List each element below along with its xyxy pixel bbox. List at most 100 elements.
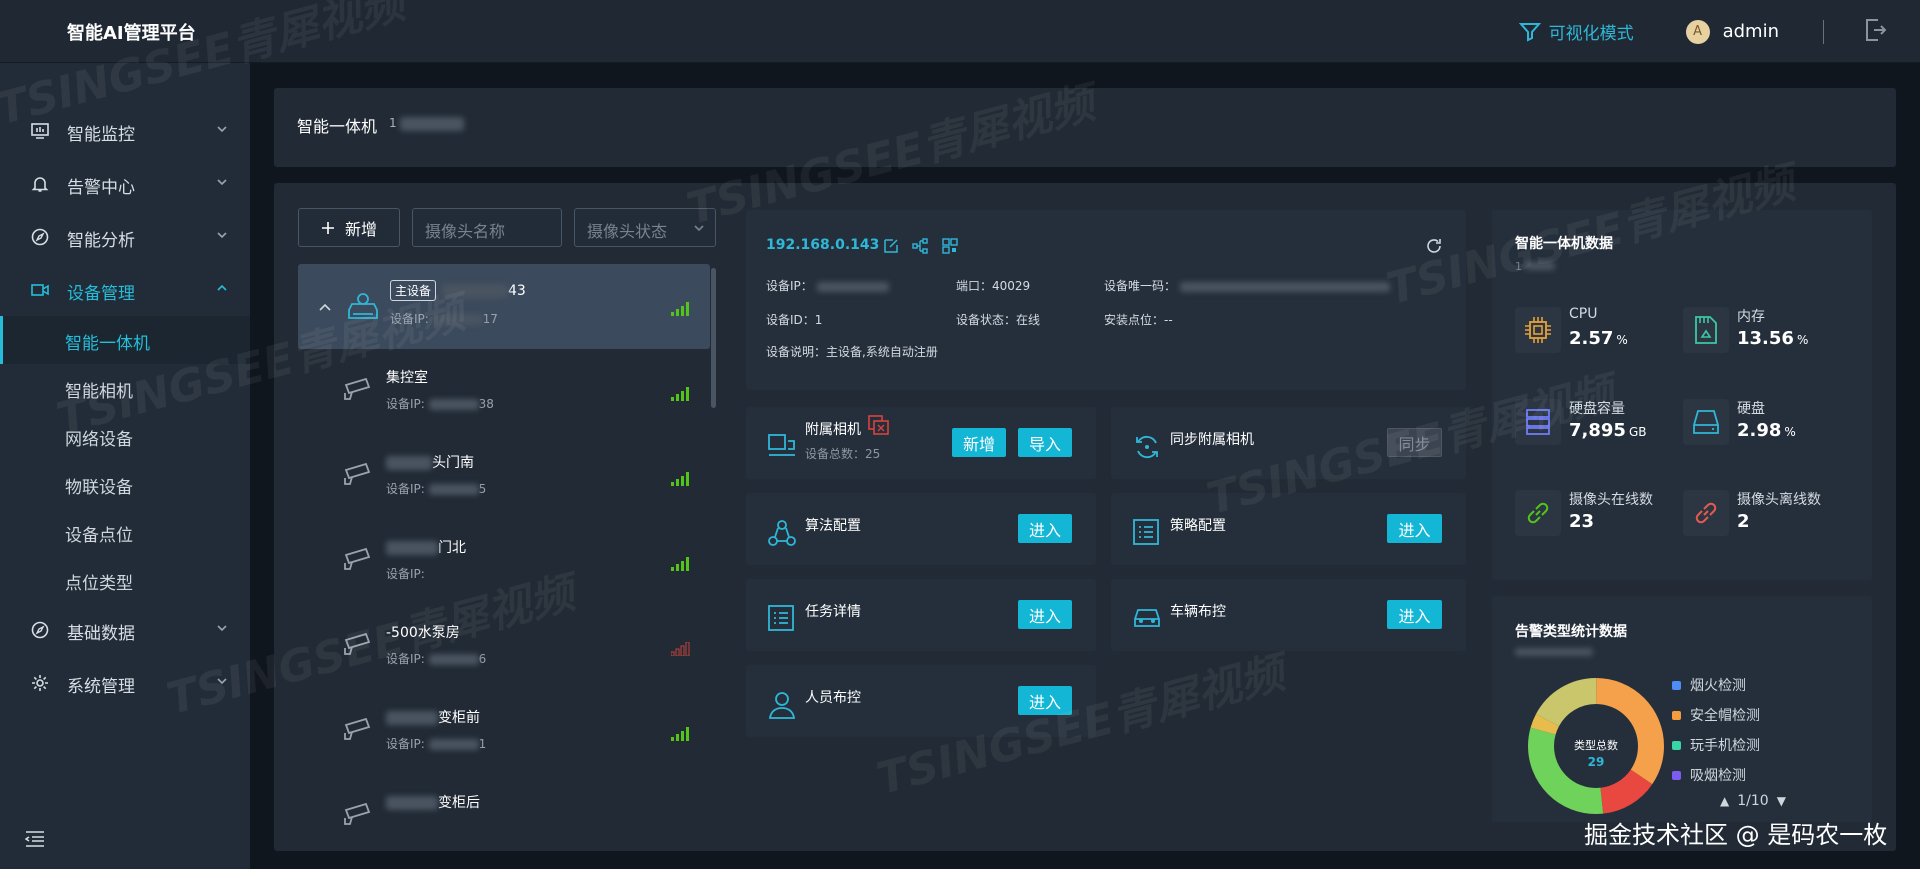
stat-value: 13.56% bbox=[1737, 328, 1809, 349]
task-enter-button[interactable]: 进入 bbox=[1018, 600, 1072, 629]
legend-item[interactable]: 玩手机检测 bbox=[1672, 735, 1760, 755]
device-location: 安装点位：-- bbox=[1104, 313, 1173, 327]
sync-button[interactable]: 同步 bbox=[1387, 428, 1442, 457]
link-icon bbox=[1515, 490, 1561, 536]
strategy-enter-button[interactable]: 进入 bbox=[1387, 514, 1442, 543]
attached-import-button[interactable]: 导入 bbox=[1018, 428, 1072, 457]
cpu-icon bbox=[1515, 307, 1561, 353]
legend-swatch bbox=[1672, 740, 1681, 750]
camera-name: 主设备 43 bbox=[390, 280, 526, 301]
person-card: 人员布控 进入 bbox=[746, 665, 1096, 737]
sidebar-sub-smart-camera[interactable]: 智能相机 bbox=[0, 364, 250, 412]
donut-center-value: 29 bbox=[1587, 755, 1605, 769]
storage-device-icon bbox=[348, 293, 378, 319]
breadcrumb-panel bbox=[274, 88, 1896, 167]
algorithm-nodes-icon bbox=[768, 520, 796, 546]
logout-button[interactable] bbox=[1864, 18, 1887, 46]
sidebar-item-device[interactable]: 设备管理 bbox=[0, 264, 250, 316]
sidebar-item-system[interactable]: 系统管理 bbox=[0, 657, 250, 709]
vehicle-enter-button[interactable]: 进入 bbox=[1387, 600, 1442, 629]
redacted-text bbox=[386, 456, 432, 470]
stat-value: 2.98% bbox=[1737, 420, 1796, 441]
camera-list-item[interactable]: 变柜后 bbox=[298, 774, 710, 854]
topology-icon[interactable] bbox=[912, 238, 928, 254]
sidebar-item-label: 系统管理 bbox=[67, 677, 135, 697]
sidebar-sub-ai-box[interactable]: 智能一体机 bbox=[0, 316, 250, 364]
monitor-icon bbox=[31, 123, 49, 139]
legend-swatch bbox=[1672, 770, 1681, 780]
legend-item[interactable]: 吸烟检测 bbox=[1672, 765, 1746, 785]
chevron-down-icon bbox=[694, 225, 704, 232]
pager-up-icon[interactable]: ▲ bbox=[1720, 794, 1729, 808]
redacted-text bbox=[428, 484, 479, 495]
visual-mode-button[interactable]: 可视化模式 bbox=[1518, 19, 1634, 44]
strategy-card: 策略配置 进入 bbox=[1111, 493, 1466, 565]
card-title: 算法配置 bbox=[805, 518, 861, 534]
cctv-camera-icon bbox=[344, 377, 371, 400]
sidebar-item-alarm[interactable]: 告警中心 bbox=[0, 158, 250, 210]
sidebar-item-monitor[interactable]: 智能监控 bbox=[0, 105, 250, 157]
sidebar-sub-point-type[interactable]: 点位类型 bbox=[0, 556, 250, 604]
list-scrollbar[interactable] bbox=[711, 268, 716, 408]
camera-list-item[interactable]: 变柜前 设备IP: 1 bbox=[298, 689, 710, 774]
user-menu[interactable]: A admin bbox=[1685, 19, 1779, 44]
camera-name: 集控室 bbox=[386, 370, 428, 386]
redacted-text bbox=[1515, 648, 1593, 656]
disk-stat: 硬盘 2.98% bbox=[1683, 399, 1843, 459]
legend-item[interactable]: 安全帽检测 bbox=[1672, 705, 1760, 725]
camera-status-select[interactable]: 摄像头状态 bbox=[574, 208, 716, 247]
chevron-down-icon bbox=[217, 232, 227, 239]
camera-list-item[interactable]: 门北 设备IP: bbox=[298, 519, 710, 604]
delete-copy-icon[interactable] bbox=[868, 415, 890, 435]
car-icon bbox=[1134, 609, 1160, 627]
stat-label: 内存 bbox=[1737, 309, 1765, 325]
legend-pager: ▲ 1/10 ▼ bbox=[1720, 793, 1786, 809]
qrcode-icon[interactable] bbox=[942, 238, 958, 254]
stats-subtitle: 1 bbox=[1515, 260, 1555, 273]
chevron-down-icon bbox=[217, 625, 227, 632]
stat-value: 2 bbox=[1737, 511, 1750, 532]
redacted-text bbox=[400, 116, 465, 131]
algorithm-enter-button[interactable]: 进入 bbox=[1018, 514, 1072, 543]
legend-item[interactable]: 烟火检测 bbox=[1672, 675, 1746, 695]
camera-list-item[interactable]: 头门南 设备IP: 5 bbox=[298, 434, 710, 519]
sidebar-sub-iot[interactable]: 物联设备 bbox=[0, 460, 250, 508]
camera-list-item[interactable]: 集控室 设备IP: 38 bbox=[298, 349, 710, 434]
card-title: 人员布控 bbox=[805, 690, 861, 706]
memory-card-icon bbox=[1683, 307, 1729, 353]
camera-name: 变柜前 bbox=[386, 707, 480, 727]
sidebar-sub-label: 网络设备 bbox=[65, 430, 133, 450]
avatar: A bbox=[1685, 19, 1710, 44]
camera-list-item[interactable]: -500水泵房 设备IP: 6 bbox=[298, 604, 710, 689]
username: admin bbox=[1722, 21, 1779, 42]
camera-ip: 设备IP: 5 bbox=[386, 482, 487, 496]
pager-down-icon[interactable]: ▼ bbox=[1777, 794, 1786, 808]
compass-icon bbox=[31, 228, 49, 246]
hard-disk-icon bbox=[1683, 399, 1729, 445]
camera-list-item-main[interactable]: 主设备 43 设备IP: 17 bbox=[298, 264, 710, 349]
card-title: 任务详情 bbox=[805, 604, 861, 620]
stat-label: CPU bbox=[1569, 306, 1598, 322]
camera-offline-stat: 摄像头离线数 2 bbox=[1683, 490, 1843, 550]
stat-value: 23 bbox=[1569, 511, 1595, 532]
cctv-camera-icon bbox=[344, 462, 371, 485]
page-subtitle: 1 bbox=[389, 116, 465, 131]
page-title: 智能一体机 bbox=[297, 117, 378, 136]
camera-ip: 设备IP: bbox=[386, 567, 425, 581]
person-enter-button[interactable]: 进入 bbox=[1018, 686, 1072, 715]
sidebar-item-basic-data[interactable]: 基础数据 bbox=[0, 604, 250, 656]
redacted-text bbox=[386, 541, 438, 555]
refresh-icon[interactable] bbox=[1425, 237, 1443, 255]
disk-capacity-stat: 硬盘容量 7,895 GB bbox=[1515, 399, 1675, 459]
camera-name-input[interactable]: 摄像头名称 bbox=[412, 208, 562, 247]
sidebar-sub-network[interactable]: 网络设备 bbox=[0, 412, 250, 460]
attached-add-button[interactable]: 新增 bbox=[952, 428, 1006, 457]
edit-icon[interactable] bbox=[883, 238, 899, 254]
sidebar-sub-point[interactable]: 设备点位 bbox=[0, 508, 250, 556]
sidebar-item-analysis[interactable]: 智能分析 bbox=[0, 211, 250, 263]
sidebar-sub-label: 点位类型 bbox=[65, 574, 133, 594]
collapse-menu-icon[interactable] bbox=[25, 830, 45, 848]
stat-label: 硬盘 bbox=[1737, 401, 1765, 417]
sync-icon bbox=[1136, 435, 1158, 459]
add-camera-button[interactable]: 新增 bbox=[298, 208, 400, 247]
